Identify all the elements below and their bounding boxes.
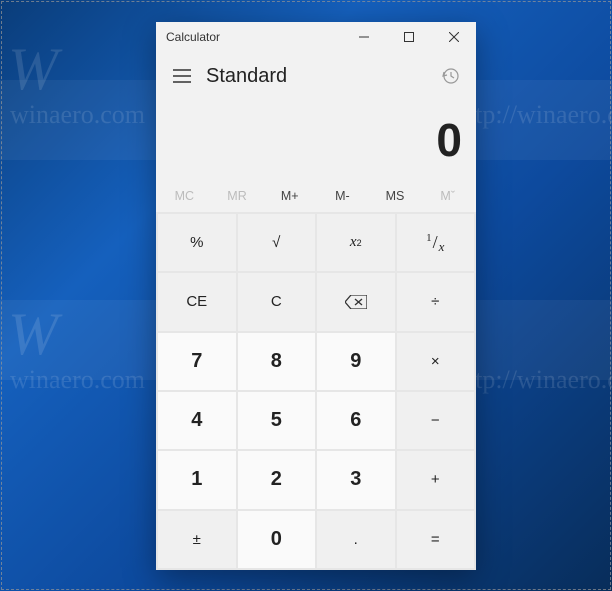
window-title: Calculator: [156, 30, 341, 44]
minus-button[interactable]: −: [397, 392, 475, 449]
memory-plus-button[interactable]: M+: [263, 180, 316, 212]
backspace-icon: [345, 295, 367, 309]
maximize-icon: [404, 32, 414, 42]
memory-list-button[interactable]: Mˇ: [421, 180, 474, 212]
digit-0-button[interactable]: 0: [238, 511, 316, 568]
clear-entry-button[interactable]: CE: [158, 273, 236, 330]
history-button[interactable]: [430, 56, 470, 96]
memory-store-button[interactable]: MS: [369, 180, 422, 212]
digit-2-button[interactable]: 2: [238, 451, 316, 508]
equals-button[interactable]: =: [397, 511, 475, 568]
digit-5-button[interactable]: 5: [238, 392, 316, 449]
reciprocal-button[interactable]: 1/x: [397, 214, 475, 271]
plus-button[interactable]: +: [397, 451, 475, 508]
digit-9-button[interactable]: 9: [317, 333, 395, 390]
digit-6-button[interactable]: 6: [317, 392, 395, 449]
keypad: % √ x2 1/x CE C ÷ 7 8 9 × 4 5 6 − 1 2 3 …: [156, 212, 476, 570]
digit-7-button[interactable]: 7: [158, 333, 236, 390]
memory-clear-button[interactable]: MC: [158, 180, 211, 212]
square-button[interactable]: x2: [317, 214, 395, 271]
hamburger-icon: [173, 69, 191, 83]
memory-row: MC MR M+ M- MS Mˇ: [156, 180, 476, 212]
close-button[interactable]: [431, 22, 476, 52]
negate-button[interactable]: ±: [158, 511, 236, 568]
digit-8-button[interactable]: 8: [238, 333, 316, 390]
clear-button[interactable]: C: [238, 273, 316, 330]
minimize-icon: [359, 32, 369, 42]
history-icon: [441, 67, 459, 85]
digit-4-button[interactable]: 4: [158, 392, 236, 449]
header: Standard: [156, 52, 476, 100]
divide-button[interactable]: ÷: [397, 273, 475, 330]
close-icon: [449, 32, 459, 42]
percent-button[interactable]: %: [158, 214, 236, 271]
sqrt-button[interactable]: √: [238, 214, 316, 271]
mode-label: Standard: [202, 65, 430, 88]
backspace-button[interactable]: [317, 273, 395, 330]
decimal-button[interactable]: .: [317, 511, 395, 568]
memory-minus-button[interactable]: M-: [316, 180, 369, 212]
titlebar: Calculator: [156, 22, 476, 52]
digit-1-button[interactable]: 1: [158, 451, 236, 508]
memory-recall-button[interactable]: MR: [211, 180, 264, 212]
digit-3-button[interactable]: 3: [317, 451, 395, 508]
menu-button[interactable]: [162, 56, 202, 96]
result-display: 0: [156, 100, 476, 180]
minimize-button[interactable]: [341, 22, 386, 52]
calculator-window: Calculator Standard 0: [156, 22, 476, 570]
multiply-button[interactable]: ×: [397, 333, 475, 390]
maximize-button[interactable]: [386, 22, 431, 52]
